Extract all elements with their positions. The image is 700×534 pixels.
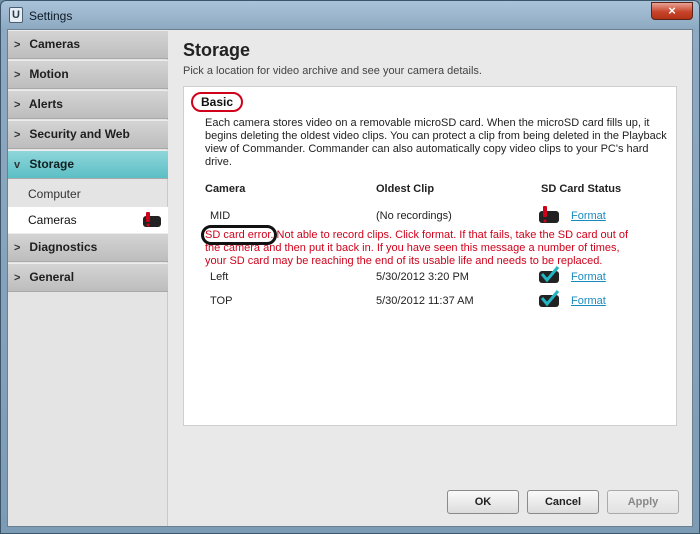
- title-bar[interactable]: U Settings ×: [1, 1, 699, 29]
- sidebar-item-alerts[interactable]: > Alerts: [8, 90, 168, 119]
- main-content: Storage Pick a location for video archiv…: [168, 30, 692, 526]
- format-link[interactable]: Format: [571, 210, 606, 222]
- chevron-right-icon: >: [14, 242, 21, 254]
- camera-name: MID: [210, 210, 231, 222]
- sidebar-item-label: General: [29, 270, 75, 284]
- oldest-clip: 5/30/2012 3:20 PM: [376, 271, 469, 283]
- format-link[interactable]: Format: [571, 271, 606, 283]
- chevron-right-icon: >: [14, 129, 21, 141]
- chevron-right-icon: >: [14, 69, 21, 81]
- storage-description: Each camera stores video on a removable …: [205, 117, 667, 168]
- sidebar: > Cameras > Motion > Alerts > Security a…: [8, 30, 168, 526]
- client-area: > Cameras > Motion > Alerts > Security a…: [7, 29, 693, 527]
- sidebar-subitem-label: Computer: [28, 187, 81, 201]
- sidebar-item-diagnostics[interactable]: > Diagnostics: [8, 233, 168, 262]
- format-link[interactable]: Format: [571, 295, 606, 307]
- chevron-right-icon: >: [14, 272, 21, 284]
- sd-card-error-icon: [143, 212, 161, 227]
- sidebar-item-general[interactable]: > General: [8, 263, 168, 292]
- sidebar-item-label: Diagnostics: [29, 240, 98, 254]
- sidebar-item-cameras[interactable]: > Cameras: [8, 30, 168, 59]
- ok-button[interactable]: OK: [447, 490, 519, 514]
- window-title: Settings: [29, 9, 73, 23]
- oldest-clip: 5/30/2012 11:37 AM: [376, 295, 474, 307]
- sidebar-item-label: Motion: [29, 67, 69, 81]
- error-highlight-annotation: [201, 225, 277, 245]
- oldest-clip: (No recordings): [376, 210, 452, 222]
- camera-name: TOP: [210, 295, 233, 307]
- sd-card-ok-icon: [539, 266, 560, 283]
- sidebar-item-label: Cameras: [29, 37, 81, 51]
- chevron-down-icon: v: [14, 159, 21, 171]
- sidebar-item-security-and-web[interactable]: > Security and Web: [8, 120, 168, 149]
- settings-window: U Settings × > Cameras > Motion > Alerts…: [0, 0, 700, 534]
- chevron-right-icon: >: [14, 99, 21, 111]
- sidebar-item-label: Storage: [29, 157, 75, 171]
- close-button[interactable]: ×: [651, 2, 693, 20]
- sidebar-item-label: Alerts: [28, 97, 63, 111]
- sidebar-item-label: Security and Web: [29, 127, 130, 141]
- column-header-sd-card-status: SD Card Status: [541, 183, 622, 195]
- cancel-button[interactable]: Cancel: [527, 490, 599, 514]
- basic-panel: Basic Each camera stores video on a remo…: [183, 86, 677, 426]
- page-subtitle: Pick a location for video archive and se…: [183, 65, 482, 77]
- sd-card-error-icon: [539, 206, 559, 223]
- chevron-right-icon: >: [14, 39, 21, 51]
- sidebar-subitem-computer[interactable]: Computer: [8, 181, 168, 207]
- sidebar-subitem-label: Cameras: [28, 213, 77, 227]
- sidebar-item-motion[interactable]: > Motion: [8, 60, 168, 89]
- sd-card-ok-icon: [539, 290, 560, 307]
- sidebar-subitem-cameras[interactable]: Cameras: [8, 207, 168, 233]
- app-logo-icon: U: [9, 7, 23, 23]
- apply-button[interactable]: Apply: [607, 490, 679, 514]
- sidebar-item-storage[interactable]: v Storage: [8, 150, 168, 179]
- column-header-camera: Camera: [205, 183, 246, 195]
- page-title: Storage: [183, 40, 251, 60]
- basic-section-label: Basic: [191, 92, 244, 112]
- camera-name: Left: [210, 271, 229, 283]
- column-header-oldest-clip: Oldest Clip: [376, 183, 435, 195]
